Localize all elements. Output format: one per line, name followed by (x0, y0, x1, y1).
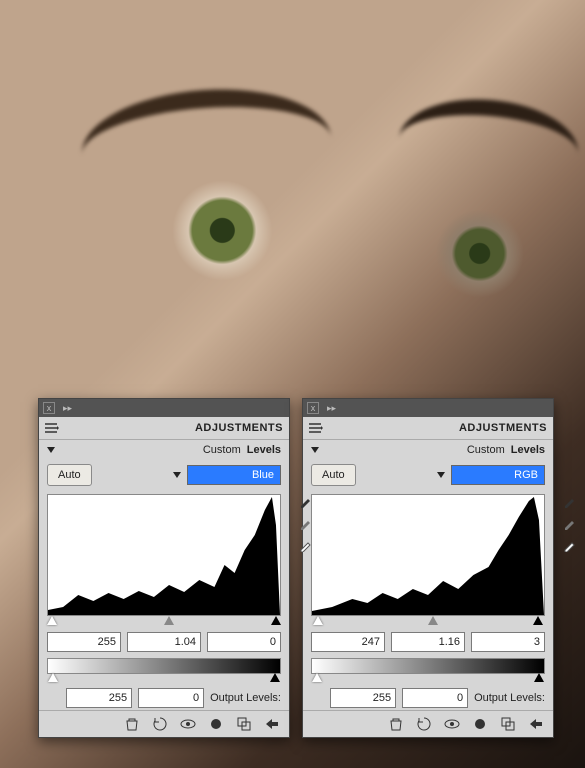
channel-row: Auto Blue (39, 460, 289, 490)
output-gradient[interactable] (311, 658, 545, 674)
gamma-slider[interactable] (164, 616, 174, 625)
output-black-slider[interactable] (270, 673, 280, 682)
preset-dropdown-caret-icon[interactable] (311, 447, 319, 453)
close-icon[interactable]: x (43, 402, 55, 414)
close-icon[interactable]: x (307, 402, 319, 414)
trash-icon[interactable] (123, 715, 141, 733)
preset-name[interactable]: Custom (467, 444, 505, 456)
channel-dropdown-caret-icon[interactable] (173, 472, 181, 478)
clip-to-layer-icon[interactable] (499, 715, 517, 733)
preset-row: Custom Levels (303, 440, 553, 460)
panel-titlebar[interactable]: x ▸▸ (39, 399, 289, 417)
output-white-slider[interactable] (312, 673, 322, 682)
preset-name[interactable]: Custom (203, 444, 241, 456)
input-gamma-field[interactable]: 1.16 (391, 632, 465, 652)
input-white-field[interactable]: 247 (311, 632, 385, 652)
output-values-row: 255 0 Output Levels: (303, 686, 553, 710)
channel-select[interactable]: RGB (451, 465, 545, 485)
channel-dropdown-caret-icon[interactable] (437, 472, 445, 478)
clip-to-layer-icon[interactable] (235, 715, 253, 733)
panel-title: ADJUSTMENTS (195, 422, 283, 434)
input-white-field[interactable]: 255 (47, 632, 121, 652)
visibility-icon[interactable] (179, 715, 197, 733)
previous-state-icon[interactable] (207, 715, 225, 733)
panel-footer (303, 710, 553, 737)
gray-point-eyedropper-icon[interactable] (563, 514, 579, 530)
output-black-slider[interactable] (534, 673, 544, 682)
preset-row: Custom Levels (39, 440, 289, 460)
panel-title: ADJUSTMENTS (459, 422, 547, 434)
channel-value: RGB (514, 469, 538, 481)
auto-button-label: Auto (322, 469, 345, 481)
output-white-field[interactable]: 255 (66, 688, 132, 708)
panel-footer (39, 710, 289, 737)
adjustment-label: Levels (247, 444, 281, 456)
white-point-slider[interactable] (47, 616, 57, 625)
panel-titlebar[interactable]: x ▸▸ (303, 399, 553, 417)
previous-state-icon[interactable] (471, 715, 489, 733)
output-black-field[interactable]: 0 (138, 688, 204, 708)
panel-tab-row: ADJUSTMENTS (39, 417, 289, 440)
black-point-eyedropper-icon[interactable] (563, 492, 579, 508)
histogram[interactable] (47, 494, 281, 616)
collapse-icon[interactable]: ▸▸ (63, 403, 72, 414)
channel-select[interactable]: Blue (187, 465, 281, 485)
panel-tab-row: ADJUSTMENTS (303, 417, 553, 440)
input-black-field[interactable]: 0 (207, 632, 281, 652)
output-white-field[interactable]: 255 (330, 688, 396, 708)
input-slider-track[interactable] (311, 616, 545, 630)
histogram-area (303, 490, 553, 616)
panels-container: x ▸▸ ADJUSTMENTS Custom Levels Auto Blue (38, 398, 554, 738)
trash-icon[interactable] (387, 715, 405, 733)
auto-button[interactable]: Auto (47, 464, 92, 486)
eyedropper-group (563, 492, 579, 552)
output-gradient[interactable] (47, 658, 281, 674)
channel-value: Blue (252, 469, 274, 481)
preset-dropdown-caret-icon[interactable] (47, 447, 55, 453)
collapse-icon[interactable]: ▸▸ (327, 403, 336, 414)
adjustments-panel: x ▸▸ ADJUSTMENTS Custom Levels Auto RGB (302, 398, 554, 738)
input-black-field[interactable]: 3 (471, 632, 545, 652)
gamma-slider[interactable] (428, 616, 438, 625)
flyout-menu-icon[interactable] (309, 423, 323, 433)
input-values-row: 255 1.04 0 (39, 630, 289, 654)
input-values-row: 247 1.16 3 (303, 630, 553, 654)
reset-icon[interactable] (151, 715, 169, 733)
output-label: Output Levels: (210, 692, 281, 704)
output-black-field[interactable]: 0 (402, 688, 468, 708)
adjustments-panel: x ▸▸ ADJUSTMENTS Custom Levels Auto Blue (38, 398, 290, 738)
white-point-eyedropper-icon[interactable] (563, 536, 579, 552)
auto-button-label: Auto (58, 469, 81, 481)
return-arrow-icon[interactable] (263, 715, 281, 733)
black-point-slider[interactable] (533, 616, 543, 625)
output-label: Output Levels: (474, 692, 545, 704)
adjustment-label: Levels (511, 444, 545, 456)
histogram-area (39, 490, 289, 616)
auto-button[interactable]: Auto (311, 464, 356, 486)
black-point-slider[interactable] (271, 616, 281, 625)
flyout-menu-icon[interactable] (45, 423, 59, 433)
reset-icon[interactable] (415, 715, 433, 733)
channel-row: Auto RGB (303, 460, 553, 490)
output-values-row: 255 0 Output Levels: (39, 686, 289, 710)
output-white-slider[interactable] (48, 673, 58, 682)
input-slider-track[interactable] (47, 616, 281, 630)
white-point-slider[interactable] (313, 616, 323, 625)
visibility-icon[interactable] (443, 715, 461, 733)
input-gamma-field[interactable]: 1.04 (127, 632, 201, 652)
histogram[interactable] (311, 494, 545, 616)
return-arrow-icon[interactable] (527, 715, 545, 733)
